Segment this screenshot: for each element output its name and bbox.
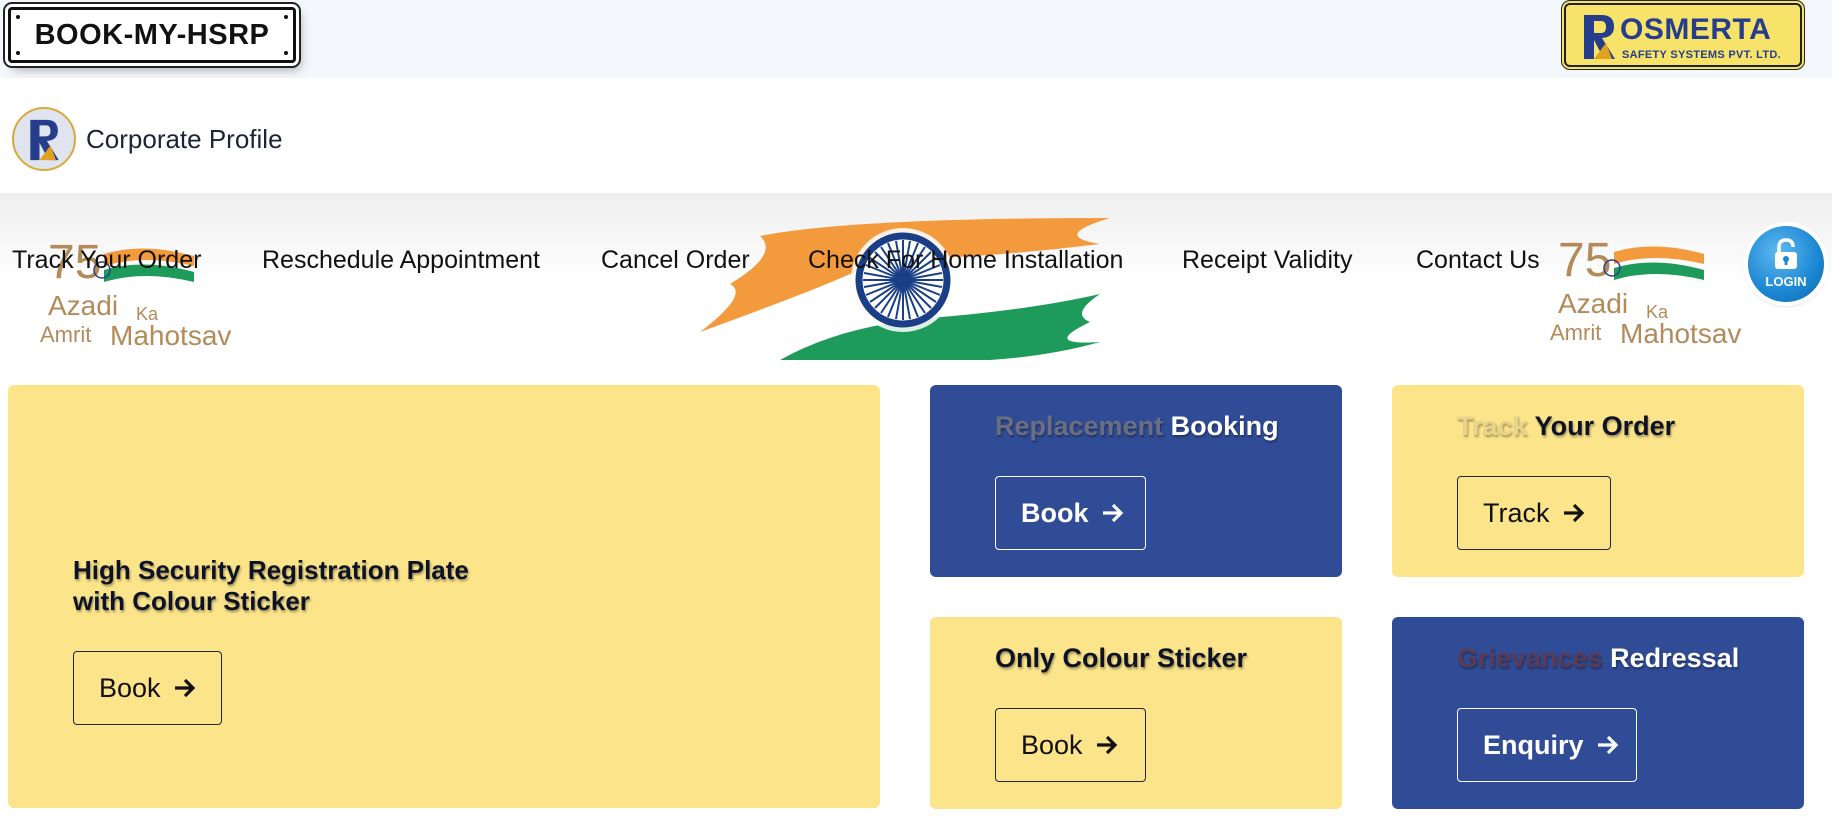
enquiry-button[interactable]: Enquiry	[1457, 708, 1637, 782]
track-label: Track	[1483, 497, 1550, 528]
nav-track-your-order[interactable]: Track Your Order	[12, 246, 201, 275]
hsrp-title-line1: High Security Registration Plate	[73, 555, 469, 585]
r-logo-icon	[1584, 15, 1615, 59]
azadi-text: Azadi	[48, 290, 119, 321]
sticker-card-title: Only Colour Sticker	[995, 643, 1248, 673]
book-my-hsrp-logo[interactable]: BOOK-MY-HSRP	[8, 7, 296, 63]
track-title-prefix: Track	[1457, 411, 1528, 441]
azadi-text: Azadi	[1558, 288, 1629, 319]
r-logo-icon	[30, 119, 59, 161]
amrit-text: Amrit	[40, 322, 92, 347]
mahotsav-text: Mahotsav	[110, 320, 232, 351]
replacement-book-button[interactable]: Book	[995, 476, 1146, 550]
corporate-profile-label: Corporate Profile	[86, 123, 283, 154]
amrit-text: Amrit	[1550, 320, 1602, 345]
nav-receipt-validity[interactable]: Receipt Validity	[1182, 246, 1352, 275]
replacement-title-main: Booking	[1170, 411, 1279, 441]
track-order-card: Track Your Order Track	[1392, 385, 1804, 577]
replacement-title-prefix: Replacement	[995, 411, 1164, 441]
corporate-badge	[12, 107, 76, 171]
company-subtitle: SAFETY SYSTEMS PVT. LTD.	[1622, 49, 1781, 61]
rosmerta-logo[interactable]: OSMERTA SAFETY SYSTEMS PVT. LTD.	[1564, 3, 1802, 67]
arrow-right-icon	[1102, 503, 1123, 523]
sticker-book-label: Book	[1021, 729, 1083, 760]
grievance-title-main: Redressal	[1610, 643, 1740, 673]
grievances-redressal-card: Grievances Redressal Enquiry	[1392, 617, 1804, 809]
plate-rivet	[16, 51, 20, 55]
track-button[interactable]: Track	[1457, 476, 1611, 550]
plate-rivet	[284, 51, 288, 55]
grievance-card-title: Grievances Redressal	[1457, 643, 1739, 674]
colour-sticker-card: Only Colour Sticker Book	[930, 617, 1342, 809]
hsrp-book-label: Book	[99, 672, 161, 703]
nav-cancel-order[interactable]: Cancel Order	[601, 246, 750, 275]
track-title-main: Your Order	[1534, 411, 1676, 441]
corporate-profile-link[interactable]: Corporate Profile	[12, 105, 283, 173]
company-brand: OSMERTA	[1620, 13, 1772, 46]
hsrp-card-title: High Security Registration Plate with Co…	[73, 555, 469, 617]
plate-rivet	[284, 15, 288, 19]
sticker-book-button[interactable]: Book	[995, 708, 1146, 782]
arrow-right-icon	[1096, 735, 1117, 755]
nav-check-home-installation[interactable]: Check For Home Installation	[808, 246, 1123, 275]
hsrp-book-button[interactable]: Book	[73, 651, 222, 725]
arrow-right-icon	[174, 678, 195, 698]
top-header: BOOK-MY-HSRP OSMERTA SAFETY SYSTEMS PVT.…	[0, 0, 1832, 78]
replacement-booking-card: Replacement Booking Book	[930, 385, 1342, 577]
tricolor-brush-flag-art	[700, 218, 1110, 360]
grievance-title-prefix: Grievances	[1457, 643, 1603, 673]
replacement-book-label: Book	[1021, 497, 1089, 528]
nav-contact-us[interactable]: Contact Us	[1416, 246, 1540, 275]
nav-reschedule-appointment[interactable]: Reschedule Appointment	[262, 246, 540, 275]
login-button[interactable]: LOGIN	[1748, 226, 1824, 302]
replacement-card-title: Replacement Booking	[995, 411, 1279, 442]
plate-rivet	[16, 15, 20, 19]
plate-text: BOOK-MY-HSRP	[34, 18, 270, 51]
track-card-title: Track Your Order	[1457, 411, 1675, 442]
ashoka-chakra-icon	[851, 228, 955, 332]
main-nav: Track Your Order Reschedule Appointment …	[0, 246, 1832, 280]
lock-icon	[1775, 238, 1797, 269]
hsrp-card: High Security Registration Plate with Co…	[8, 385, 880, 808]
hsrp-title-line2: with Colour Sticker	[73, 586, 310, 616]
arrow-right-icon	[1597, 735, 1618, 755]
enquiry-label: Enquiry	[1483, 729, 1584, 760]
arrow-right-icon	[1563, 503, 1584, 523]
login-label: LOGIN	[1765, 274, 1807, 289]
mahotsav-text: Mahotsav	[1620, 318, 1742, 349]
